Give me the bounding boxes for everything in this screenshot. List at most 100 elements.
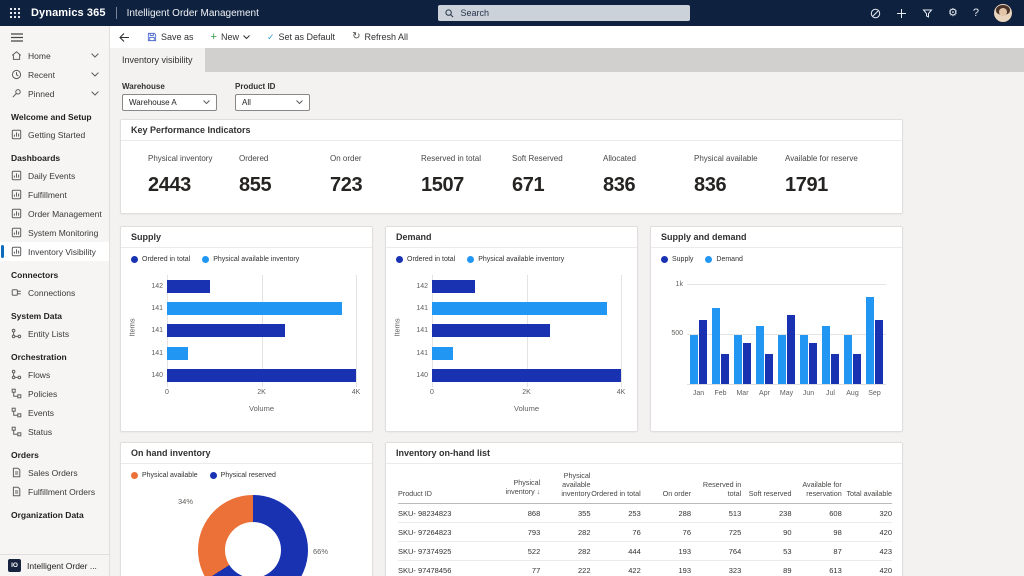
bar-supply[interactable]	[853, 354, 861, 384]
sidebar-item-label: System Monitoring	[28, 228, 98, 238]
column-header-physical-inventory[interactable]: Physical inventory↓	[490, 468, 540, 504]
app-launcher-icon[interactable]	[9, 7, 21, 19]
brand-title[interactable]: Dynamics 365	[31, 7, 106, 19]
dashboard-icon	[11, 129, 22, 140]
table-cell: 444	[591, 542, 641, 561]
bar-demand[interactable]	[756, 326, 764, 384]
back-button[interactable]	[119, 32, 130, 43]
x-tick-label: 0	[165, 389, 169, 396]
sidebar-item-fulfillment-orders[interactable]: Fulfillment Orders	[0, 482, 109, 501]
donut-chart[interactable]	[198, 495, 308, 576]
bar-supply[interactable]	[809, 343, 817, 384]
sidebar-item-pinned[interactable]: Pinned	[0, 84, 109, 103]
sidebar-item-order-management[interactable]: Order Management	[0, 204, 109, 223]
bar-ordered-in-total[interactable]	[432, 324, 550, 337]
kpi-available-for-reserve: Available for reserve1791	[785, 154, 876, 197]
bar-demand[interactable]	[778, 335, 786, 385]
sidebar-item-recent[interactable]: Recent	[0, 65, 109, 84]
column-header-product-id[interactable]: Product ID	[398, 468, 490, 504]
table-row[interactable]: SKU- 974784567722242219332389613420	[398, 561, 892, 576]
bar-demand[interactable]	[866, 297, 874, 384]
table-row[interactable]: SKU- 9726482379328276767259098420	[398, 523, 892, 542]
sidebar-item-policies[interactable]: Policies	[0, 384, 109, 403]
new-button[interactable]: New	[211, 32, 250, 43]
bar-supply[interactable]	[721, 354, 729, 384]
product-id-select[interactable]: All	[235, 94, 310, 111]
bar-physical-available-inventory[interactable]	[432, 302, 607, 315]
bar-supply[interactable]	[831, 354, 839, 384]
supply-chart-card: Supply Ordered in total Physical availab…	[120, 226, 373, 432]
column-header-physical-available-inventory[interactable]: Physical available inventory	[540, 468, 590, 504]
dashboard-icon	[11, 189, 22, 200]
sidebar-item-entity-lists[interactable]: Entity Lists	[0, 324, 109, 343]
table-row[interactable]: SKU- 98234823868355253288513238608320	[398, 504, 892, 523]
kpi-card-title: Key Performance Indicators	[121, 120, 902, 141]
filter-icon[interactable]	[922, 8, 933, 19]
save-as-button[interactable]: Save as	[147, 32, 194, 42]
help-icon[interactable]: ?	[973, 8, 979, 19]
bar-supply[interactable]	[787, 315, 795, 384]
bar-demand[interactable]	[712, 308, 720, 384]
bar-supply[interactable]	[699, 320, 707, 384]
search-input[interactable]: Search	[438, 5, 690, 21]
table-row[interactable]: SKU- 973749255222824441937645387423	[398, 542, 892, 561]
sidebar-item-events[interactable]: Events	[0, 403, 109, 422]
sidebar-item-intelligent-order[interactable]: IO Intelligent Order ...	[0, 554, 109, 576]
bar-demand[interactable]	[822, 326, 830, 384]
bar-physical-available-inventory[interactable]	[167, 347, 188, 360]
column-header-soft-reserved[interactable]: Soft reserved	[741, 468, 791, 504]
bar-ordered-in-total[interactable]	[432, 280, 475, 293]
sidebar-item-status[interactable]: Status	[0, 422, 109, 441]
sidebar-item-label: Status	[28, 427, 52, 437]
column-header-available-for-reservation[interactable]: Available for reservation	[792, 468, 842, 504]
hamburger-menu-icon[interactable]	[0, 26, 109, 46]
refresh-all-button[interactable]: Refresh All	[352, 32, 408, 42]
settings-gear-icon[interactable]: ⚙	[948, 8, 958, 19]
sidebar-item-flows[interactable]: Flows	[0, 365, 109, 384]
app-name[interactable]: Intelligent Order Management	[127, 8, 259, 19]
sidebar-item-system-monitoring[interactable]: System Monitoring	[0, 223, 109, 242]
sidebar-item-label: Sales Orders	[28, 468, 78, 478]
bar-supply[interactable]	[875, 320, 883, 384]
set-as-default-button[interactable]: Set as Default	[267, 32, 335, 42]
sidebar-item-label: Daily Events	[28, 171, 75, 181]
sidebar-item-fulfillment[interactable]: Fulfillment	[0, 185, 109, 204]
bar-ordered-in-total[interactable]	[167, 369, 356, 382]
bar-demand[interactable]	[734, 335, 742, 385]
bar-physical-available-inventory[interactable]	[432, 347, 453, 360]
bar-ordered-in-total[interactable]	[167, 324, 285, 337]
compass-icon[interactable]	[870, 8, 881, 19]
column-header-reserved-in-total[interactable]: Reserved in total	[691, 468, 741, 504]
legend-dot	[202, 256, 209, 263]
entity-list-icon	[11, 328, 22, 339]
sidebar-item-connections[interactable]: Connections	[0, 283, 109, 302]
table-cell: 77	[490, 561, 540, 576]
sidebar-item-getting-started[interactable]: Getting Started	[0, 125, 109, 144]
sidebar-item-inventory-visibility[interactable]: Inventory Visibility	[0, 242, 109, 261]
column-header-ordered-in-total[interactable]: Ordered in total	[591, 468, 641, 504]
bar-demand[interactable]	[844, 335, 852, 385]
column-header-on-order[interactable]: On order	[641, 468, 691, 504]
y-tick-label: 142	[402, 283, 428, 290]
add-icon[interactable]	[896, 8, 907, 19]
sidebar-item-sales-orders[interactable]: Sales Orders	[0, 463, 109, 482]
kpi-label: On order	[330, 154, 421, 163]
bar-demand[interactable]	[800, 335, 808, 385]
chart-legend: Supply Demand	[651, 248, 902, 265]
warehouse-select[interactable]: Warehouse A	[122, 94, 217, 111]
home-icon	[11, 50, 22, 61]
bar-ordered-in-total[interactable]	[432, 369, 621, 382]
x-axis-title: Volume	[432, 404, 621, 413]
bar-physical-available-inventory[interactable]	[167, 302, 342, 315]
sidebar-item-daily-events[interactable]: Daily Events	[0, 166, 109, 185]
tab-inventory-visibility[interactable]: Inventory visibility	[110, 48, 205, 72]
avatar[interactable]	[994, 4, 1012, 22]
bar-ordered-in-total[interactable]	[167, 280, 210, 293]
bar-supply[interactable]	[743, 343, 751, 384]
dynamics365-dashboard: { "topbar": { "brand": "Dynamics 365", "…	[0, 0, 1024, 576]
column-header-total-available[interactable]: Total available	[842, 468, 892, 504]
kpi-physical-inventory: Physical inventory2443	[148, 154, 239, 197]
bar-supply[interactable]	[765, 354, 773, 384]
sidebar-item-home[interactable]: Home	[0, 46, 109, 65]
bar-demand[interactable]	[690, 335, 698, 385]
